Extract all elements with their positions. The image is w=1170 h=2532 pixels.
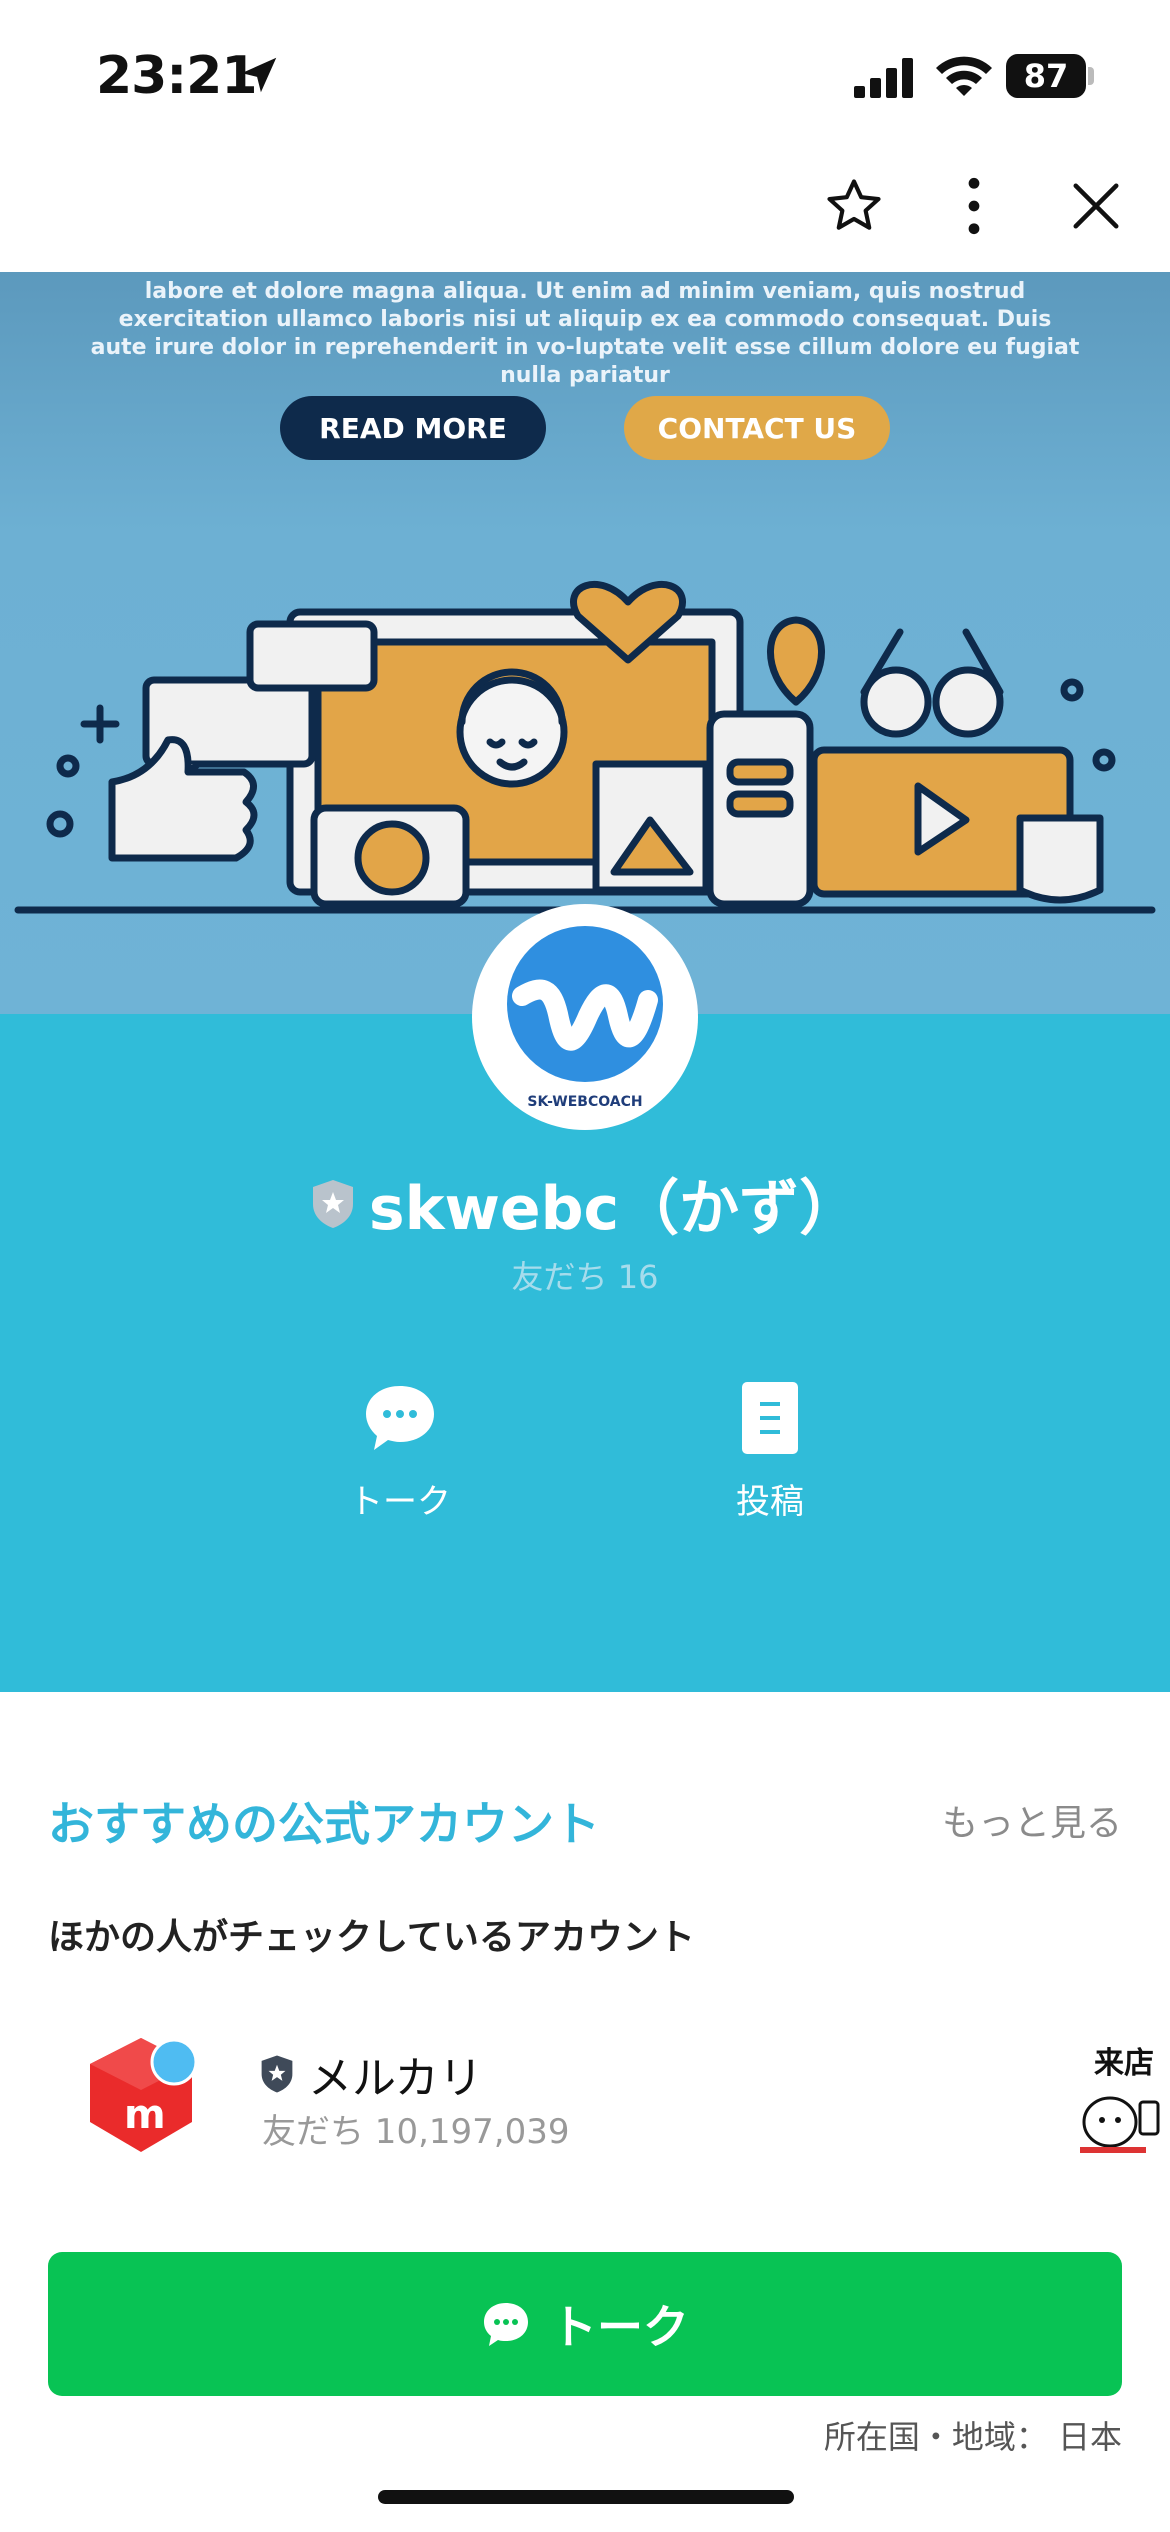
- home-indicator[interactable]: [378, 2490, 794, 2504]
- cover-image[interactable]: labore et dolore magna aliqua. Ut enim a…: [0, 272, 1170, 1014]
- cover-contact-us-label: CONTACT US: [624, 396, 890, 460]
- account-name: メルカリ: [308, 2053, 483, 2104]
- talk-action-label: トーク: [349, 1482, 451, 1522]
- profile-talk-action[interactable]: トーク: [300, 1380, 500, 1523]
- chat-bubble-icon: [484, 2303, 528, 2346]
- svg-text:m: m: [124, 2092, 166, 2138]
- more-options-button[interactable]: [936, 168, 1012, 244]
- cellular-signal-icon: [854, 58, 913, 98]
- star-icon: [827, 179, 881, 230]
- profile-friends-count: 友だち 16: [511, 1258, 659, 1296]
- recommended-title: おすすめの公式アカウント: [48, 1797, 600, 1851]
- recommended-subtitle: ほかの人がチェックしているアカウント: [48, 1917, 695, 1958]
- status-bar: 23:21 87: [0, 0, 1170, 140]
- see-more-link[interactable]: もっと見る: [942, 1794, 1122, 1846]
- status-time: 23:21: [96, 46, 258, 106]
- post-action-label: 投稿: [736, 1482, 804, 1522]
- close-button[interactable]: [1058, 168, 1134, 244]
- nav-bar: [0, 140, 1170, 272]
- talk-button[interactable]: トーク: [48, 2252, 1122, 2396]
- verified-shield-icon: [261, 2055, 293, 2093]
- post-document-icon: [742, 1382, 798, 1454]
- profile-name: skwebc（かず）: [368, 1174, 860, 1244]
- profile-post-action[interactable]: 投稿: [670, 1380, 870, 1523]
- account-friends-count: 友だち 10,197,039: [262, 2112, 570, 2152]
- favorite-button[interactable]: [816, 168, 892, 244]
- more-vertical-icon: [968, 177, 980, 235]
- cover-read-more-label: READ MORE: [280, 396, 546, 460]
- profile-avatar[interactable]: SK-WEBCOACH: [472, 904, 698, 1130]
- talk-button-label: トーク: [551, 2300, 689, 2354]
- close-icon: [1073, 183, 1119, 229]
- avatar-caption: SK-WEBCOACH: [527, 1094, 643, 1110]
- chat-bubble-icon: [366, 1386, 434, 1450]
- next-account-partial-text: 来店: [1094, 2046, 1154, 2081]
- battery-level: 87: [1006, 54, 1086, 98]
- region-label: 所在国・地域： 日本: [823, 2418, 1122, 2456]
- next-account-partial[interactable]: 来店: [1076, 2030, 1170, 2160]
- account-name-row[interactable]: メルカリ: [260, 2042, 483, 2106]
- wifi-icon: [936, 56, 992, 96]
- cover-body-text: labore et dolore magna aliqua. Ut enim a…: [90, 279, 1080, 388]
- battery-tip: [1088, 67, 1094, 85]
- mascot-icon: [1080, 2096, 1160, 2153]
- verified-shield-icon: [312, 1179, 353, 1228]
- cover-illustration: [14, 581, 1156, 914]
- location-arrow-icon: [241, 57, 277, 93]
- mercari-logo-icon[interactable]: m: [76, 2030, 206, 2160]
- profile-name-row: skwebc（かず）: [0, 1160, 1170, 1247]
